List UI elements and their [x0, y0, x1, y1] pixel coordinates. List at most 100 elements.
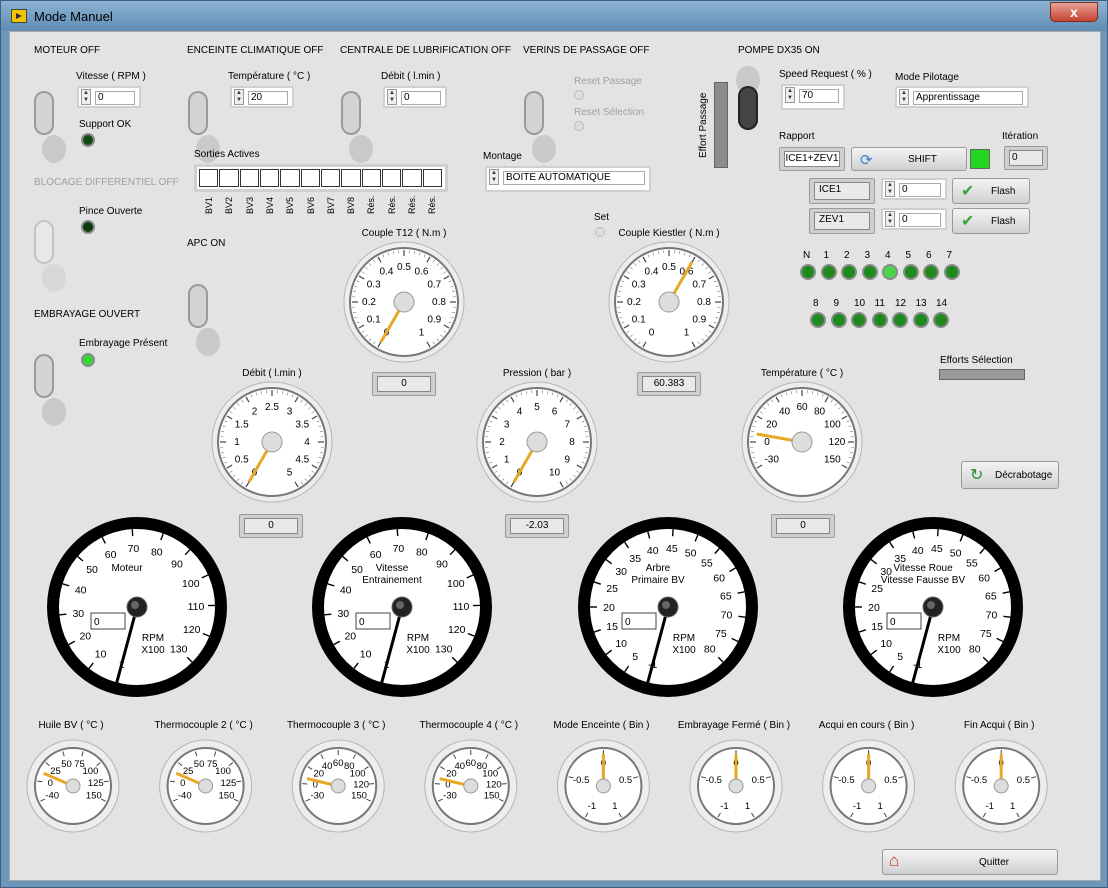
gauge-tick-label: -0.5 — [573, 775, 589, 786]
gauge-tick-label: 0.5 — [1017, 775, 1030, 786]
gauge-tick-label: -1 — [720, 801, 728, 812]
gauge-hub — [198, 778, 214, 794]
gauge-tick-label: 60 — [466, 758, 477, 769]
gauge-label: Arbre — [646, 563, 671, 574]
gauge-unit: RPM — [407, 633, 429, 644]
gauge-title: Fin Acqui ( Bin ) — [964, 720, 1035, 731]
gauge-tick-label: 70 — [721, 610, 733, 622]
gauge-tick-label: 100 — [447, 578, 465, 590]
gauge-tick-label: 20 — [603, 602, 615, 614]
gauge-tick-label: 10 — [549, 467, 561, 478]
gauge-tick-label: 0.4 — [645, 267, 659, 278]
gauge-tick-label: 4 — [304, 437, 310, 448]
gauge-tick-label: 50 — [194, 759, 205, 770]
gauge-title: Thermocouple 2 ( °C ) — [154, 720, 252, 731]
gauge-tick-label: 5 — [897, 651, 903, 663]
gauge-tick-label: 60 — [978, 573, 990, 585]
gauge-tick-label: 0 — [649, 327, 655, 338]
gauge-tick-label: 50 — [61, 759, 72, 770]
gauge-tick-label: 50 — [685, 547, 697, 559]
gauge-tick-label: 0.3 — [367, 280, 381, 291]
gauge-tick-label: 2 — [252, 407, 258, 418]
gauge-tick-label: 65 — [985, 590, 997, 602]
gauge-tick-label: 10 — [880, 638, 892, 650]
gauge-title: Couple T12 ( N.m ) — [362, 228, 447, 239]
window-title: Mode Manuel — [34, 9, 113, 24]
gauge-hub — [65, 778, 81, 794]
gauge-tick-label: 80 — [151, 546, 163, 558]
gauge-tick-label: 0.5 — [752, 775, 765, 786]
gauge-tick-label: 0.9 — [427, 315, 441, 326]
gauge-tick-label: 0 — [180, 778, 185, 789]
gauge-tick-label: 120 — [829, 437, 846, 448]
gauge-tick-label: -0.5 — [706, 775, 722, 786]
gauge-tick-label: 10 — [360, 648, 372, 660]
gauge-tick-label: 1 — [684, 327, 690, 338]
gauge-tick-label: -1 — [985, 801, 993, 812]
gauge-tick-label: 35 — [629, 553, 641, 565]
readout-value: 60.383 — [642, 376, 696, 392]
gauge-hub — [861, 778, 877, 794]
gauge-title: Température ( °C ) — [761, 368, 843, 379]
gauge-tick-label: 20 — [766, 420, 778, 431]
gauge-tick-label: 0.5 — [884, 775, 897, 786]
gauge-tick-label: -40 — [45, 791, 59, 802]
gauge-tick-label: 20 — [344, 630, 356, 642]
gauge-unit: X100 — [672, 645, 696, 656]
gauge-tick-label: 55 — [966, 558, 978, 570]
gauge-tick-label: 8 — [569, 437, 575, 448]
gauge-tick-label: 1 — [877, 801, 882, 812]
gauge-tick-label: 0.5 — [662, 262, 676, 273]
gauge-tick-label: 40 — [912, 545, 924, 557]
gauge-label: Vitesse Roue — [893, 563, 953, 574]
gauge-tick-label: 4.5 — [295, 455, 309, 466]
gauge-tick-label: 150 — [824, 455, 841, 466]
gauge-tick-label: 150 — [351, 791, 367, 802]
gauge-tick-label: 70 — [986, 610, 998, 622]
gauge-tick-label: 30 — [615, 566, 627, 578]
quitter-button[interactable]: ⌂ Quitter — [882, 849, 1058, 875]
gauge-tick-label: 1 — [745, 801, 750, 812]
gauge-tick-label: 2 — [499, 437, 505, 448]
gauge-tick — [324, 613, 332, 616]
title-bar: Mode Manuel x — [1, 1, 1107, 31]
gauge-tick-label: 0.5 — [619, 775, 632, 786]
gauge-tick-label: 40 — [454, 761, 465, 772]
gauge-hub — [261, 431, 283, 453]
temperature-readout: 0 — [771, 514, 835, 538]
gauge-tick-label: 150 — [219, 791, 235, 802]
gauge-tick-label: -1 — [588, 801, 596, 812]
pression-readout: -2.03 — [505, 514, 569, 538]
readout-value: 0 — [776, 518, 830, 534]
gauge-tick-label: 130 — [435, 644, 453, 656]
readout-value: 0 — [244, 518, 298, 534]
gauge-tick-label: 1 — [1010, 801, 1015, 812]
readout-value: -2.03 — [510, 518, 564, 534]
gauge-tick-label: 40 — [322, 761, 333, 772]
gauge-tick-label: 60 — [333, 758, 344, 769]
gauge-tick-label: -0.5 — [838, 775, 854, 786]
gauge-tick-label: 75 — [715, 628, 727, 640]
close-button[interactable]: x — [1050, 2, 1098, 22]
gauge-tick-label: 7 — [565, 420, 571, 431]
gauge-tick-label: 100 — [824, 420, 841, 431]
gauge-tick-label: 80 — [814, 407, 826, 418]
gauge-digital-value: 0 — [359, 617, 365, 628]
gauge-tick-label: 4 — [517, 407, 523, 418]
gauge-tick-label: 1.5 — [235, 420, 249, 431]
gauge-tick-label: 120 — [353, 779, 369, 790]
gauge-tick-label: 110 — [188, 601, 205, 613]
gauge-tick — [236, 780, 242, 783]
gauge-tick — [37, 780, 43, 783]
gauge-tick-label: 0.7 — [692, 280, 706, 291]
gauge-tick-label: 60 — [796, 402, 808, 413]
gauge-tick-label: -40 — [178, 791, 192, 802]
gauge-tick-label: 3 — [287, 407, 293, 418]
gauge-tick-label: 100 — [83, 766, 99, 777]
gauge-tick-label: 100 — [182, 578, 200, 590]
home-icon: ⌂ — [889, 851, 900, 870]
gauge-hub — [393, 291, 415, 313]
gauge-tick-label: 2.5 — [265, 402, 279, 413]
gauge-hub-highlight — [131, 601, 139, 609]
gauge-title: Embrayage Fermé ( Bin ) — [678, 720, 790, 731]
